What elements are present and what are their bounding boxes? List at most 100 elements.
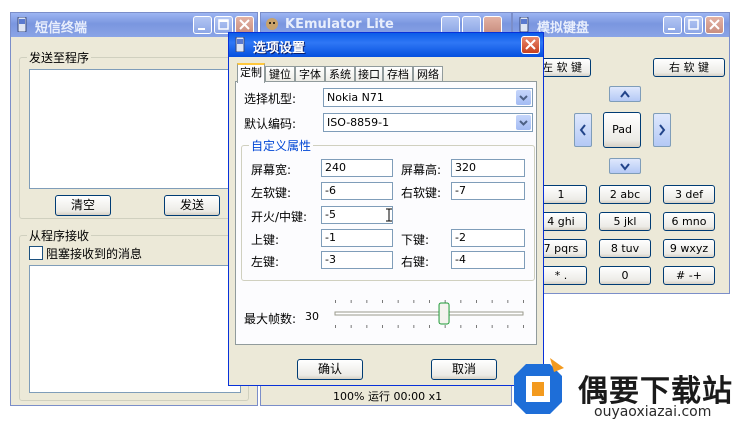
tab-0[interactable]: 定制 xyxy=(237,63,265,83)
sms-titlebar[interactable]: 短信终端 xyxy=(11,13,257,37)
ok-button[interactable]: 确认 xyxy=(297,359,363,380)
encoding-value: ISO-8859-1 xyxy=(327,116,390,129)
left-soft-field[interactable]: -6 xyxy=(321,182,393,200)
options-title: 选项设置 xyxy=(253,41,306,56)
slider-tick xyxy=(366,300,368,303)
maximize-button[interactable] xyxy=(684,16,703,34)
down-key[interactable] xyxy=(609,158,641,174)
slider-tick xyxy=(429,300,430,303)
keypad-key[interactable]: # -+ xyxy=(663,266,715,285)
options-dialog: 选项设置 定制 键位 字体 系统 接口 存档 网络 选择机型: Nokia N71 默认编码… xyxy=(228,32,544,386)
up-field[interactable]: -1 xyxy=(321,229,393,247)
tab-1[interactable]: 键位 xyxy=(265,66,295,82)
keyboard-title: 模拟键盘 xyxy=(537,21,590,36)
model-label: 选择机型: xyxy=(244,92,297,106)
left-field[interactable]: -3 xyxy=(321,251,393,269)
close-button[interactable] xyxy=(521,36,540,54)
right-soft-field[interactable]: -7 xyxy=(451,182,525,200)
slider-tick xyxy=(397,325,399,328)
slider-tick xyxy=(429,325,430,328)
cancel-button[interactable]: 取消 xyxy=(431,359,497,380)
slider-tick xyxy=(491,325,493,328)
keypad-key[interactable]: 3 def xyxy=(663,185,715,204)
slider-tick xyxy=(507,300,509,303)
tab-5[interactable]: 存档 xyxy=(383,66,413,82)
screen-width-field[interactable]: 240 xyxy=(321,159,393,177)
keyboard-titlebar[interactable]: 模拟键盘 xyxy=(513,13,729,37)
fps-slider[interactable] xyxy=(329,297,529,331)
block-checkbox[interactable] xyxy=(29,246,43,260)
close-button[interactable] xyxy=(705,16,724,34)
slider-tick xyxy=(397,300,399,303)
screen-height-field[interactable]: 320 xyxy=(451,159,525,177)
minimize-icon xyxy=(198,28,205,30)
keypad-key[interactable]: 2 abc xyxy=(599,185,651,204)
emulator-title: KEmulator Lite xyxy=(285,17,394,32)
right-field[interactable]: -4 xyxy=(451,251,525,269)
close-icon xyxy=(525,39,536,50)
options-titlebar[interactable]: 选项设置 xyxy=(229,33,543,57)
right-soft-label: 右软键: xyxy=(401,186,442,200)
fire-label: 开火/中键: xyxy=(251,210,308,224)
encoding-select[interactable]: ISO-8859-1 xyxy=(323,113,533,132)
keypad-key[interactable]: 8 tuv xyxy=(599,239,651,258)
fps-value: 30 xyxy=(305,310,319,323)
tab-3[interactable]: 系统 xyxy=(325,66,355,82)
slider-tick xyxy=(350,325,352,328)
screen-height-label: 屏幕高: xyxy=(401,163,442,177)
minimize-button[interactable] xyxy=(663,16,682,34)
sms-window: 短信终端 发送至程序 清空 发送 从程序接收 阻塞接收到的消息 xyxy=(10,12,258,406)
receive-group-label: 从程序接收 xyxy=(27,227,92,244)
fire-field[interactable]: -5 xyxy=(321,206,393,224)
keypad-key[interactable]: 9 wxyz xyxy=(663,239,715,258)
chevron-left-icon xyxy=(579,124,586,136)
keypad-key[interactable]: 6 mno xyxy=(663,212,715,231)
slider-tick xyxy=(460,325,462,328)
slider-tick xyxy=(335,300,336,303)
dropdown-arrow[interactable] xyxy=(516,115,531,130)
dropdown-arrow[interactable] xyxy=(516,90,531,105)
keypad-key[interactable]: 5 jkl xyxy=(599,212,651,231)
left-key[interactable] xyxy=(574,113,592,147)
slider-tick xyxy=(523,325,524,328)
slider-track[interactable] xyxy=(334,311,524,316)
model-select[interactable]: Nokia N71 xyxy=(323,88,533,107)
left-soft-label: 左软键: xyxy=(251,186,292,200)
send-textarea[interactable] xyxy=(29,69,241,189)
clear-button[interactable]: 清空 xyxy=(55,195,111,216)
slider-tick xyxy=(382,325,383,328)
model-value: Nokia N71 xyxy=(327,91,384,104)
up-label: 上键: xyxy=(251,233,280,247)
slider-tick xyxy=(460,300,462,303)
chevron-down-icon xyxy=(620,163,630,171)
down-field[interactable]: -2 xyxy=(451,229,525,247)
receive-textarea[interactable] xyxy=(29,265,241,393)
text-cursor-icon xyxy=(386,208,392,222)
maximize-icon xyxy=(688,19,699,30)
encoding-label: 默认编码: xyxy=(244,117,297,131)
chevron-right-icon xyxy=(659,124,666,136)
up-key[interactable] xyxy=(609,86,641,102)
slider-tick xyxy=(382,300,383,303)
slider-thumb[interactable] xyxy=(438,302,450,325)
watermark-logo-icon xyxy=(514,358,564,414)
keypad-key[interactable]: 0 xyxy=(599,266,651,285)
slider-tick xyxy=(444,325,446,328)
minimize-button[interactable] xyxy=(193,16,212,34)
block-checkbox-label: 阻塞接收到的消息 xyxy=(46,247,143,261)
slider-tick xyxy=(476,325,477,328)
close-icon xyxy=(239,19,250,30)
tab-2[interactable]: 字体 xyxy=(295,66,325,82)
right-soft-key[interactable]: 右 软 键 xyxy=(653,58,725,77)
chevron-down-icon xyxy=(519,120,528,126)
pad-key[interactable]: Pad xyxy=(603,112,641,148)
keyboard-icon xyxy=(519,17,529,32)
tab-6[interactable]: 网络 xyxy=(413,66,443,82)
emulator-icon xyxy=(266,18,278,30)
tab-4[interactable]: 接口 xyxy=(355,66,383,82)
slider-tick xyxy=(476,300,477,303)
slider-tick xyxy=(491,300,493,303)
right-key[interactable] xyxy=(653,113,671,147)
send-button[interactable]: 发送 xyxy=(164,195,220,216)
left-label: 左键: xyxy=(251,255,280,269)
